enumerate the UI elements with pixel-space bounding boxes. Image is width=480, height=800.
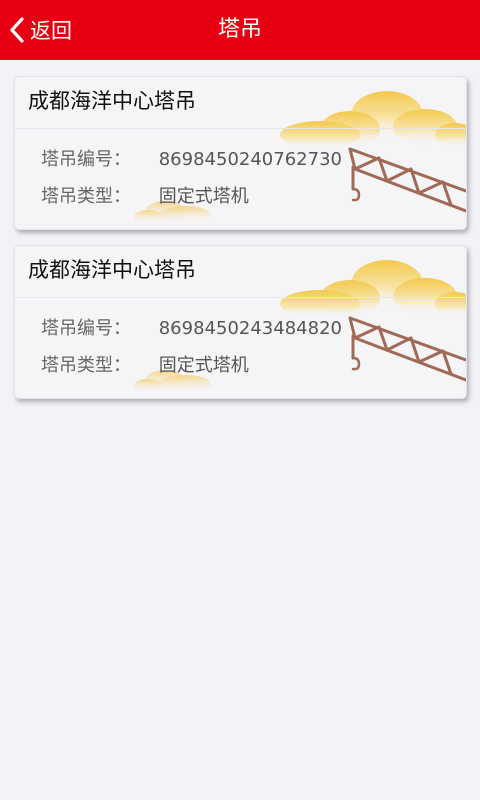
crane-type-value: 固定式塔机	[158, 186, 249, 207]
crane-id-row: 塔吊编号： 8698450243484820	[41, 316, 342, 342]
crane-id-value: 8698450243484820	[158, 318, 342, 339]
back-button[interactable]: 返回	[0, 0, 96, 60]
crane-name: 成都海洋中心塔吊	[28, 258, 196, 282]
crane-type-row: 塔吊类型： 固定式塔机	[41, 184, 249, 210]
crane-type-label: 塔吊类型：	[41, 355, 131, 376]
divider	[15, 297, 466, 298]
crane-id-value: 8698450240762730	[158, 149, 342, 170]
chevron-left-icon	[0, 0, 34, 60]
crane-card[interactable]: 成都海洋中心塔吊 塔吊编号： 8698450240762730 塔吊类型： 固定…	[14, 76, 467, 230]
crane-type-label: 塔吊类型：	[41, 186, 131, 207]
back-label: 返回	[30, 19, 72, 43]
crane-card[interactable]: 成都海洋中心塔吊 塔吊编号： 8698450243484820 塔吊类型： 固定…	[14, 245, 467, 399]
crane-name: 成都海洋中心塔吊	[28, 89, 196, 113]
crane-type-row: 塔吊类型： 固定式塔机	[41, 353, 249, 379]
crane-id-label: 塔吊编号：	[41, 318, 131, 339]
top-bar: 返回 塔吊	[0, 0, 480, 60]
crane-type-value: 固定式塔机	[158, 355, 249, 376]
crane-id-row: 塔吊编号： 8698450240762730	[41, 147, 342, 173]
divider	[15, 128, 466, 129]
crane-id-label: 塔吊编号：	[41, 149, 131, 170]
